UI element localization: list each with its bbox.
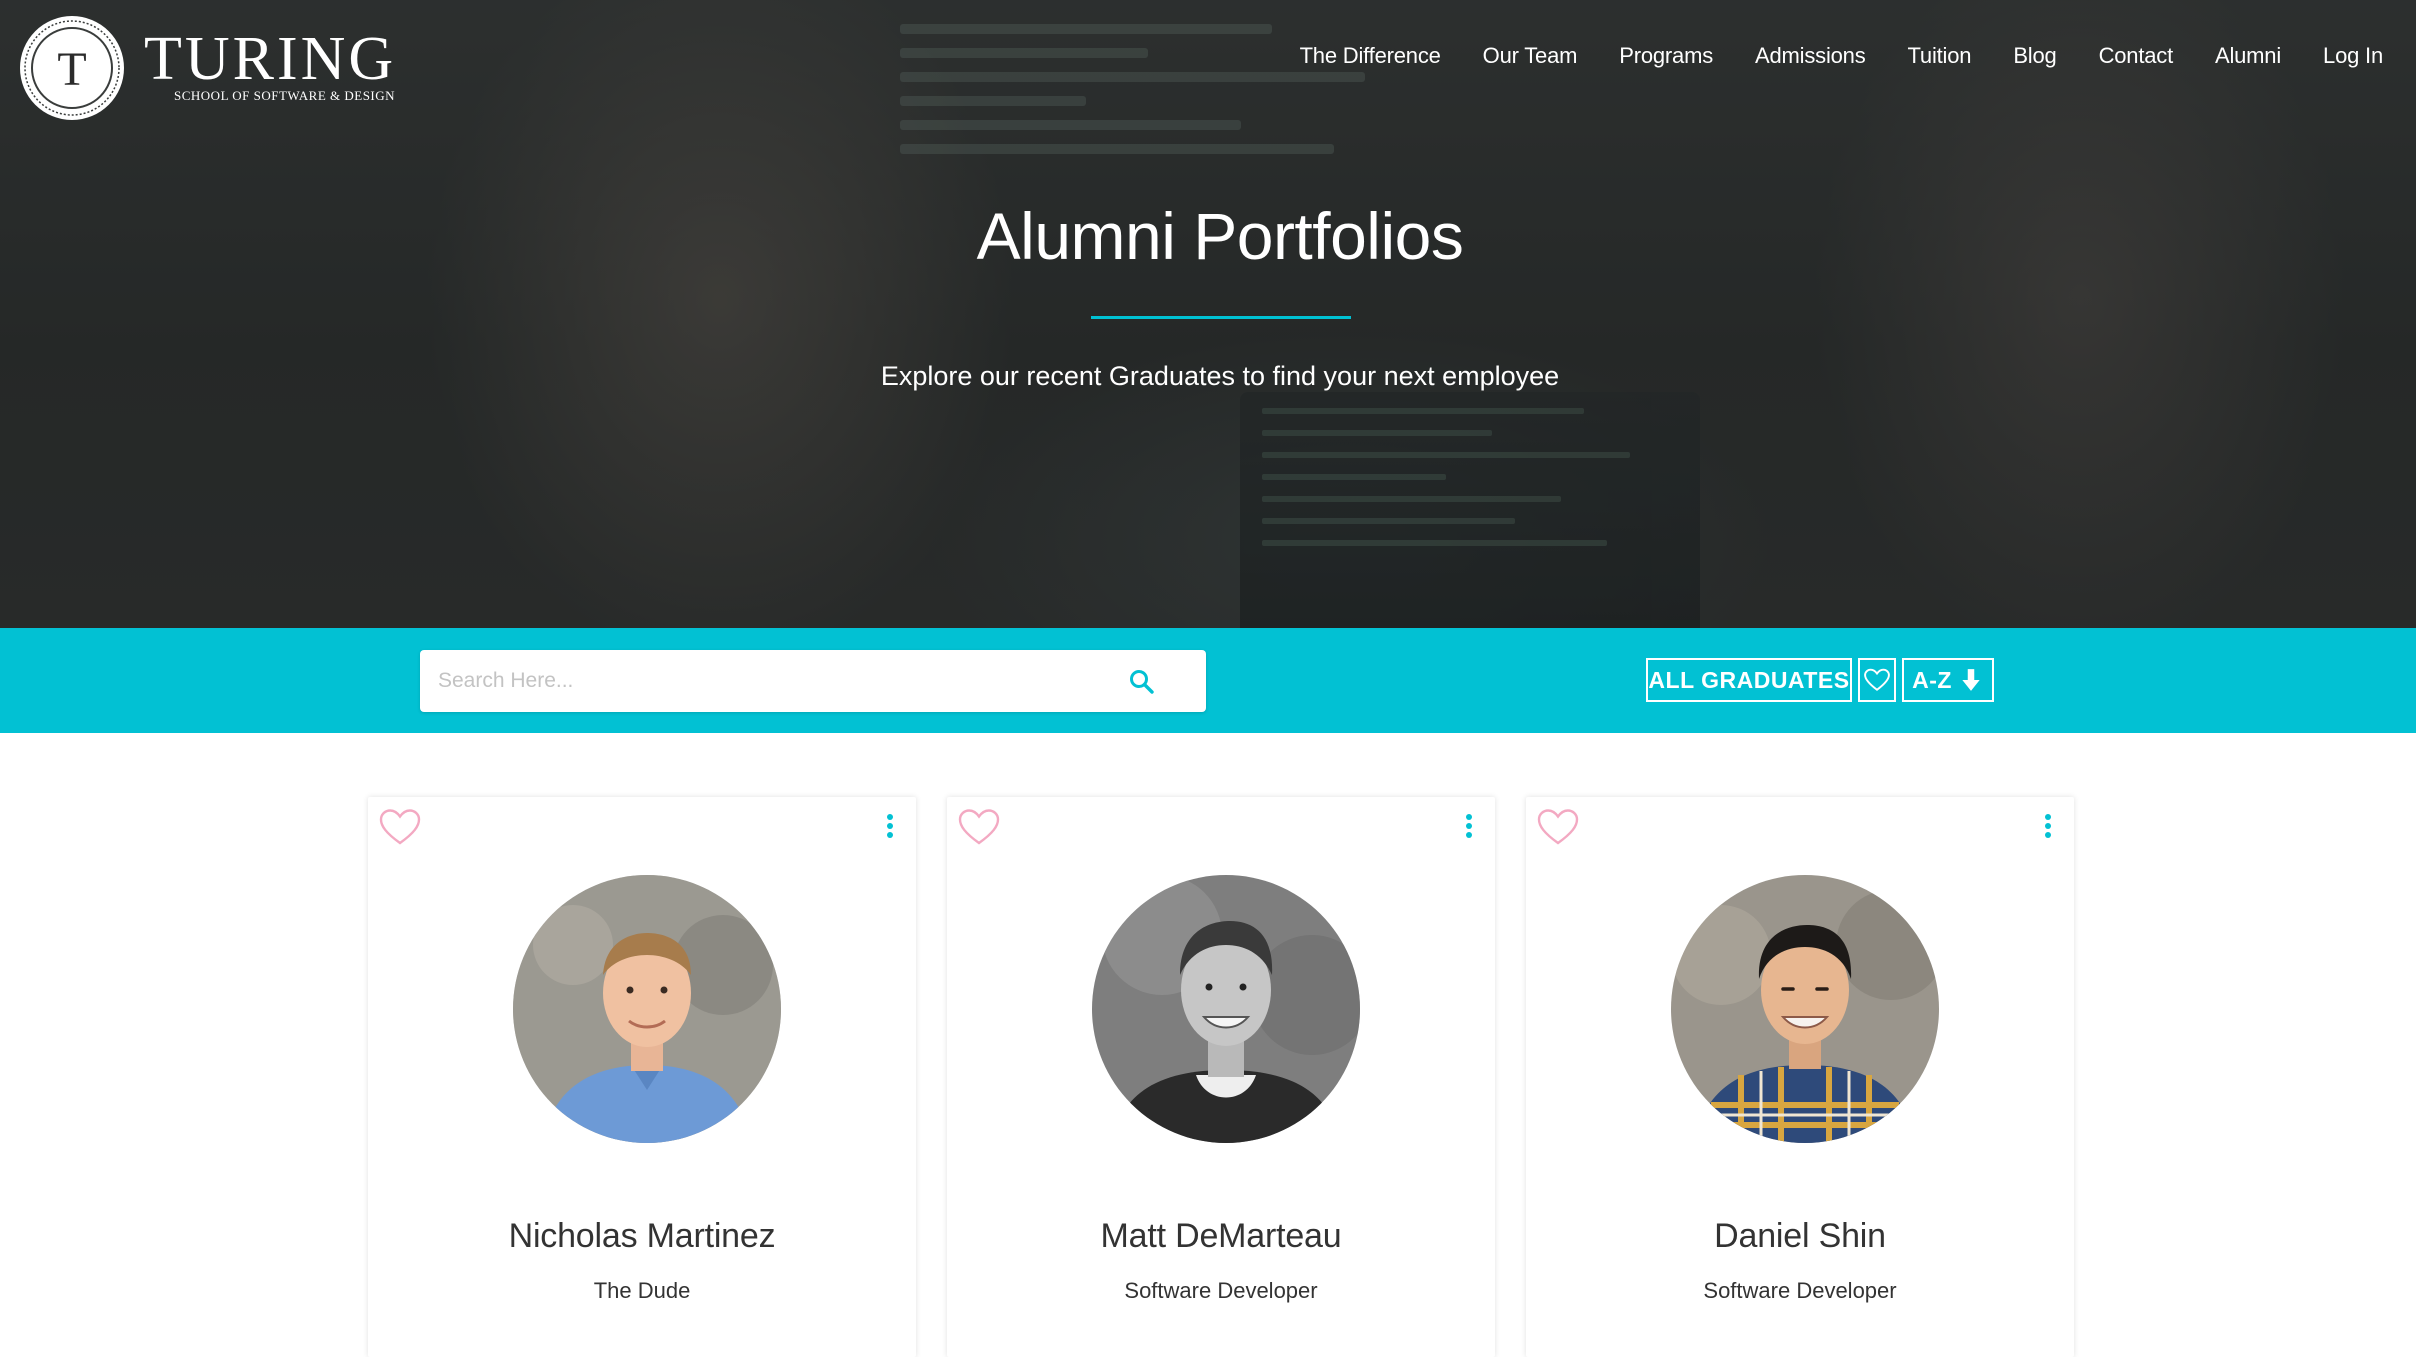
kebab-menu-icon[interactable]: [1465, 813, 1473, 839]
all-graduates-label: ALL GRADUATES: [1648, 666, 1850, 693]
alumni-card[interactable]: Matt DeMarteau Software Developer: [947, 797, 1495, 1357]
nav-item-programs[interactable]: Programs: [1598, 40, 1734, 72]
avatar[interactable]: [1092, 875, 1360, 1143]
portrait-image: [1092, 875, 1360, 1143]
all-graduates-button[interactable]: ALL GRADUATES: [1646, 658, 1852, 702]
brand-name: TURING: [144, 25, 397, 93]
heart-outline-icon: [1864, 668, 1890, 691]
page-subtitle: Explore our recent Graduates to find you…: [880, 361, 1560, 391]
kebab-menu-icon[interactable]: [886, 813, 894, 839]
sort-label: A-Z: [1912, 666, 1952, 693]
arrow-down-icon: [1962, 669, 1980, 691]
brand-tagline: SCHOOL OF SOFTWARE & DESIGN: [174, 88, 396, 103]
nav-item-our-team[interactable]: Our Team: [1462, 40, 1599, 72]
alumni-name[interactable]: Daniel Shin: [1526, 1217, 2074, 1256]
avatar[interactable]: [1671, 875, 1939, 1143]
search-box: [420, 650, 1206, 712]
heart-icon[interactable]: [1536, 807, 1580, 847]
nav-item-the-difference[interactable]: The Difference: [1279, 40, 1462, 72]
sort-az-button[interactable]: A-Z: [1902, 658, 1994, 702]
search-input[interactable]: [420, 650, 1138, 712]
alumni-role: Software Developer: [1124, 1278, 1318, 1303]
alumni-role: The Dude: [593, 1278, 691, 1303]
alumni-card[interactable]: Daniel Shin Software Developer: [1526, 797, 2074, 1357]
nav-item-blog[interactable]: Blog: [1992, 40, 2077, 72]
portrait-image: [513, 875, 781, 1143]
favorites-filter-button[interactable]: [1858, 658, 1896, 702]
heart-icon[interactable]: [378, 807, 422, 847]
title-divider: [1091, 316, 1351, 319]
seal-letter: T: [57, 43, 86, 96]
nav-item-log-in[interactable]: Log In: [2302, 40, 2404, 72]
seal-icon: T: [20, 16, 124, 120]
kebab-menu-icon[interactable]: [2044, 813, 2052, 839]
page-title: Alumni Portfolios: [976, 199, 1464, 273]
nav-item-admissions[interactable]: Admissions: [1734, 40, 1886, 72]
main-nav: The Difference Our Team Programs Admissi…: [1279, 40, 2404, 72]
avatar[interactable]: [513, 875, 781, 1143]
nav-item-tuition[interactable]: Tuition: [1887, 40, 1993, 72]
alumni-name[interactable]: Matt DeMarteau: [947, 1217, 1495, 1256]
search-icon[interactable]: [1128, 668, 1156, 696]
heart-icon[interactable]: [957, 807, 1001, 847]
hero-banner: T TURING SCHOOL OF SOFTWARE & DESIGN The…: [0, 0, 2416, 628]
portrait-image: [1671, 875, 1939, 1143]
turing-logo[interactable]: T TURING SCHOOL OF SOFTWARE & DESIGN: [18, 14, 398, 124]
filter-bar: ALL GRADUATES A-Z: [0, 628, 2416, 733]
nav-item-contact[interactable]: Contact: [2078, 40, 2194, 72]
nav-item-alumni[interactable]: Alumni: [2194, 40, 2302, 72]
alumni-role: Software Developer: [1703, 1278, 1897, 1303]
alumni-card[interactable]: Nicholas Martinez The Dude: [368, 797, 916, 1357]
alumni-name[interactable]: Nicholas Martinez: [368, 1217, 916, 1256]
